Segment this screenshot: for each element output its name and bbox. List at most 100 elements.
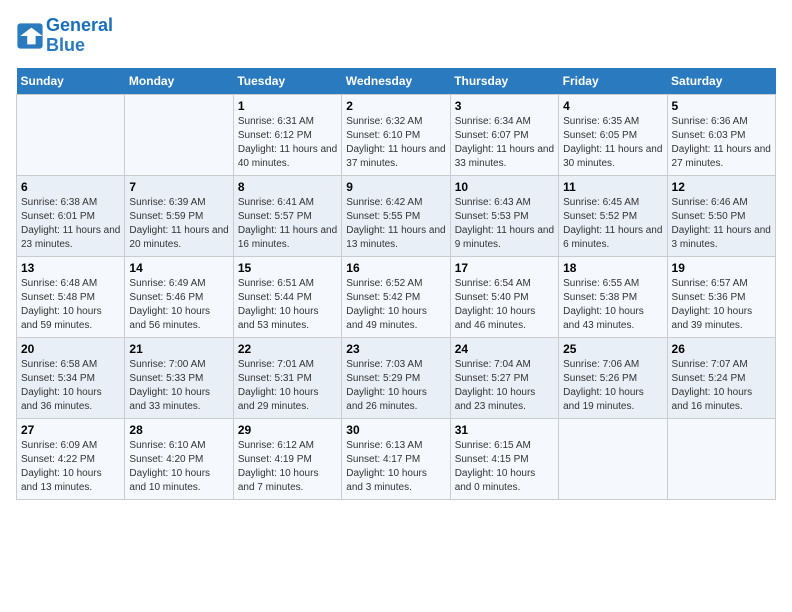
day-info: Sunrise: 6:13 AM Sunset: 4:17 PM Dayligh… [346,439,445,495]
day-info: Sunrise: 6:10 AM Sunset: 4:20 PM Dayligh… [129,439,228,495]
calendar-cell: 17 Sunrise: 6:54 AM Sunset: 5:40 PM Dayli… [450,256,558,337]
calendar-cell: 30 Sunrise: 6:13 AM Sunset: 4:17 PM Dayli… [342,418,450,499]
day-number: 11 [563,180,662,194]
day-number: 2 [346,99,445,113]
calendar-cell: 13 Sunrise: 6:48 AM Sunset: 5:48 PM Dayli… [17,256,125,337]
calendar-cell: 19 Sunrise: 6:57 AM Sunset: 5:36 PM Dayli… [667,256,775,337]
calendar-cell: 20 Sunrise: 6:58 AM Sunset: 5:34 PM Dayli… [17,337,125,418]
day-number: 19 [672,261,771,275]
day-number: 13 [21,261,120,275]
day-number: 28 [129,423,228,437]
day-number: 17 [455,261,554,275]
day-info: Sunrise: 6:43 AM Sunset: 5:53 PM Dayligh… [455,196,554,252]
day-info: Sunrise: 6:34 AM Sunset: 6:07 PM Dayligh… [455,115,554,171]
day-info: Sunrise: 6:09 AM Sunset: 4:22 PM Dayligh… [21,439,120,495]
week-row-2: 6Sunrise: 6:38 AM Sunset: 6:01 PM Daylig… [17,175,776,256]
week-row-4: 20 Sunrise: 6:58 AM Sunset: 5:34 PM Dayli… [17,337,776,418]
day-number: 4 [563,99,662,113]
day-info: Sunrise: 6:58 AM Sunset: 5:34 PM Dayligh… [21,358,120,414]
day-info: Sunrise: 6:38 AM Sunset: 6:01 PM Dayligh… [21,196,120,252]
day-number: 14 [129,261,228,275]
calendar-cell: 27 Sunrise: 6:09 AM Sunset: 4:22 PM Dayli… [17,418,125,499]
day-number: 12 [672,180,771,194]
day-info: Sunrise: 6:54 AM Sunset: 5:40 PM Dayligh… [455,277,554,333]
day-info: Sunrise: 6:39 AM Sunset: 5:59 PM Dayligh… [129,196,228,252]
calendar-cell: 12 Sunrise: 6:46 AM Sunset: 5:50 PM Dayli… [667,175,775,256]
day-info: Sunrise: 6:45 AM Sunset: 5:52 PM Dayligh… [563,196,662,252]
day-number: 22 [238,342,337,356]
day-number: 30 [346,423,445,437]
day-info: Sunrise: 6:12 AM Sunset: 4:19 PM Dayligh… [238,439,337,495]
calendar-cell: 24 Sunrise: 7:04 AM Sunset: 5:27 PM Dayli… [450,337,558,418]
calendar-cell: 10 Sunrise: 6:43 AM Sunset: 5:53 PM Dayli… [450,175,558,256]
calendar-cell [17,94,125,175]
calendar-cell: 1 Sunrise: 6:31 AM Sunset: 6:12 PM Daylig… [233,94,341,175]
calendar-cell: 23 Sunrise: 7:03 AM Sunset: 5:29 PM Dayli… [342,337,450,418]
day-number: 15 [238,261,337,275]
day-header-tuesday: Tuesday [233,68,341,95]
calendar-cell: 7 Sunrise: 6:39 AM Sunset: 5:59 PM Daylig… [125,175,233,256]
day-header-saturday: Saturday [667,68,775,95]
calendar-cell [559,418,667,499]
calendar-cell: 29 Sunrise: 6:12 AM Sunset: 4:19 PM Dayli… [233,418,341,499]
calendar-cell: 31Sunrise: 6:15 AM Sunset: 4:15 PM Dayli… [450,418,558,499]
calendar-cell: 15Sunrise: 6:51 AM Sunset: 5:44 PM Dayli… [233,256,341,337]
calendar-cell: 25 Sunrise: 7:06 AM Sunset: 5:26 PM Dayli… [559,337,667,418]
week-row-3: 13 Sunrise: 6:48 AM Sunset: 5:48 PM Dayli… [17,256,776,337]
day-number: 3 [455,99,554,113]
day-number: 29 [238,423,337,437]
calendar-cell: 5 Sunrise: 6:36 AM Sunset: 6:03 PM Daylig… [667,94,775,175]
day-number: 9 [346,180,445,194]
day-number: 5 [672,99,771,113]
day-number: 18 [563,261,662,275]
day-number: 24 [455,342,554,356]
logo-text: General Blue [46,16,113,56]
day-info: Sunrise: 6:35 AM Sunset: 6:05 PM Dayligh… [563,115,662,171]
day-number: 7 [129,180,228,194]
week-row-5: 27 Sunrise: 6:09 AM Sunset: 4:22 PM Dayli… [17,418,776,499]
day-number: 1 [238,99,337,113]
calendar-body: 1 Sunrise: 6:31 AM Sunset: 6:12 PM Daylig… [17,94,776,499]
day-info: Sunrise: 6:55 AM Sunset: 5:38 PM Dayligh… [563,277,662,333]
day-header-sunday: Sunday [17,68,125,95]
calendar-cell: 14 Sunrise: 6:49 AM Sunset: 5:46 PM Dayli… [125,256,233,337]
day-info: Sunrise: 6:15 AM Sunset: 4:15 PM Dayligh… [455,439,554,495]
calendar-cell [125,94,233,175]
day-info: Sunrise: 7:00 AM Sunset: 5:33 PM Dayligh… [129,358,228,414]
calendar-cell: 9Sunrise: 6:42 AM Sunset: 5:55 PM Daylig… [342,175,450,256]
calendar-cell: 2Sunrise: 6:32 AM Sunset: 6:10 PM Daylig… [342,94,450,175]
calendar-cell: 18 Sunrise: 6:55 AM Sunset: 5:38 PM Dayli… [559,256,667,337]
day-info: Sunrise: 6:49 AM Sunset: 5:46 PM Dayligh… [129,277,228,333]
day-header-monday: Monday [125,68,233,95]
day-number: 25 [563,342,662,356]
day-info: Sunrise: 7:06 AM Sunset: 5:26 PM Dayligh… [563,358,662,414]
day-number: 20 [21,342,120,356]
day-info: Sunrise: 7:07 AM Sunset: 5:24 PM Dayligh… [672,358,771,414]
calendar-cell: 16Sunrise: 6:52 AM Sunset: 5:42 PM Dayli… [342,256,450,337]
day-number: 16 [346,261,445,275]
day-header-friday: Friday [559,68,667,95]
day-info: Sunrise: 6:36 AM Sunset: 6:03 PM Dayligh… [672,115,771,171]
day-info: Sunrise: 6:31 AM Sunset: 6:12 PM Dayligh… [238,115,337,171]
calendar-cell: 26 Sunrise: 7:07 AM Sunset: 5:24 PM Dayli… [667,337,775,418]
day-number: 27 [21,423,120,437]
day-info: Sunrise: 6:57 AM Sunset: 5:36 PM Dayligh… [672,277,771,333]
day-info: Sunrise: 7:04 AM Sunset: 5:27 PM Dayligh… [455,358,554,414]
day-number: 26 [672,342,771,356]
calendar-cell: 11 Sunrise: 6:45 AM Sunset: 5:52 PM Dayli… [559,175,667,256]
calendar-cell: 8Sunrise: 6:41 AM Sunset: 5:57 PM Daylig… [233,175,341,256]
day-info: Sunrise: 6:46 AM Sunset: 5:50 PM Dayligh… [672,196,771,252]
day-info: Sunrise: 6:48 AM Sunset: 5:48 PM Dayligh… [21,277,120,333]
calendar-cell: 6Sunrise: 6:38 AM Sunset: 6:01 PM Daylig… [17,175,125,256]
day-info: Sunrise: 7:03 AM Sunset: 5:29 PM Dayligh… [346,358,445,414]
calendar-cell: 3 Sunrise: 6:34 AM Sunset: 6:07 PM Daylig… [450,94,558,175]
calendar-header: SundayMondayTuesdayWednesdayThursdayFrid… [17,68,776,95]
calendar-cell [667,418,775,499]
day-number: 10 [455,180,554,194]
day-header-thursday: Thursday [450,68,558,95]
day-number: 23 [346,342,445,356]
calendar-table: SundayMondayTuesdayWednesdayThursdayFrid… [16,68,776,500]
day-header-wednesday: Wednesday [342,68,450,95]
logo-icon [16,22,44,50]
days-header-row: SundayMondayTuesdayWednesdayThursdayFrid… [17,68,776,95]
